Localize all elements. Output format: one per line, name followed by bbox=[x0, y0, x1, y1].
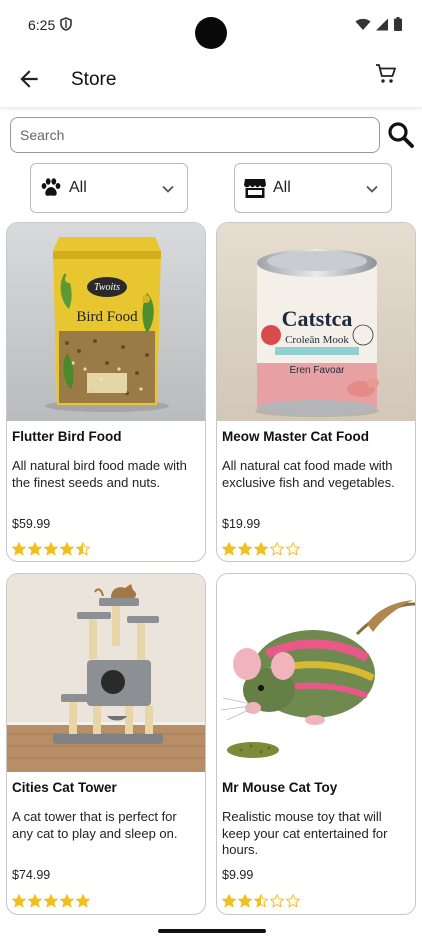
star-full-icon bbox=[76, 894, 90, 908]
product-image-mouse-toy bbox=[217, 574, 415, 772]
store-filter-dropdown[interactable]: All bbox=[234, 163, 392, 213]
status-bar: 6:25 bbox=[0, 0, 422, 52]
star-full-icon bbox=[60, 894, 74, 908]
star-full-icon bbox=[238, 542, 252, 556]
cell-signal-icon bbox=[376, 18, 389, 36]
product-name: Flutter Bird Food bbox=[12, 429, 122, 444]
storefront-icon bbox=[243, 176, 267, 200]
star-full-icon bbox=[44, 542, 58, 556]
star-full-icon bbox=[28, 894, 42, 908]
star-full-icon bbox=[254, 542, 268, 556]
shopping-cart-icon[interactable] bbox=[374, 62, 398, 86]
rating-stars bbox=[222, 542, 300, 556]
shield-icon bbox=[60, 17, 72, 36]
star-full-icon bbox=[12, 894, 26, 908]
product-image-cat-food: Catstca Croleān Mook Eren Favoar bbox=[217, 223, 415, 421]
product-description: Realistic mouse toy that will keep your … bbox=[222, 809, 388, 857]
product-price: $19.99 bbox=[222, 517, 261, 531]
product-image-bird-food: Twoits Bird Food bbox=[7, 223, 205, 421]
search-input[interactable] bbox=[10, 117, 380, 153]
camera-cutout bbox=[195, 17, 227, 49]
status-icons bbox=[355, 17, 402, 36]
store-filter-value: All bbox=[273, 179, 291, 196]
star-full-icon bbox=[60, 542, 74, 556]
svg-text:Catstca: Catstca bbox=[282, 306, 353, 331]
wifi-icon bbox=[355, 18, 371, 36]
pet-filter-value: All bbox=[69, 179, 87, 196]
product-description: All natural cat food made with exclusive… bbox=[222, 458, 395, 490]
pet-filter-dropdown[interactable]: All bbox=[30, 163, 188, 213]
product-name: Cities Cat Tower bbox=[12, 780, 117, 795]
star-empty-icon bbox=[286, 894, 300, 908]
phone-screen: 6:25 Store Search All All Twoits Bird Fo… bbox=[0, 0, 422, 942]
product-price: $74.99 bbox=[12, 868, 51, 882]
page-title: Store bbox=[71, 69, 117, 90]
star-empty-icon bbox=[270, 894, 284, 908]
product-image-cat-tower bbox=[7, 574, 205, 772]
star-full-icon bbox=[222, 542, 236, 556]
star-half-icon bbox=[254, 894, 268, 908]
chevron-down-icon bbox=[365, 182, 379, 201]
star-full-icon bbox=[238, 894, 252, 908]
star-full-icon bbox=[28, 542, 42, 556]
rating-stars bbox=[222, 894, 300, 908]
star-half-icon bbox=[76, 542, 90, 556]
product-price: $9.99 bbox=[222, 868, 254, 882]
chevron-down-icon bbox=[161, 182, 175, 201]
star-full-icon bbox=[12, 542, 26, 556]
star-full-icon bbox=[222, 894, 236, 908]
star-full-icon bbox=[44, 894, 58, 908]
product-price: $59.99 bbox=[12, 517, 51, 531]
star-empty-icon bbox=[286, 542, 300, 556]
product-description: All natural bird food made with the fine… bbox=[12, 458, 187, 490]
product-card[interactable]: Mr Mouse Cat Toy Realistic mouse toy tha… bbox=[216, 573, 416, 915]
star-empty-icon bbox=[270, 542, 284, 556]
app-bar: Store bbox=[0, 52, 422, 108]
product-name: Mr Mouse Cat Toy bbox=[222, 780, 338, 795]
back-arrow-icon[interactable] bbox=[16, 66, 42, 92]
svg-text:Eren Favoar: Eren Favoar bbox=[289, 365, 345, 376]
search-icon[interactable] bbox=[387, 121, 415, 149]
product-description: A cat tower that is perfect for any cat … bbox=[12, 809, 178, 841]
product-card[interactable]: Cities Cat Tower A cat tower that is per… bbox=[6, 573, 206, 915]
svg-text:Croleān Mook: Croleān Mook bbox=[285, 334, 349, 346]
rating-stars bbox=[12, 894, 90, 908]
svg-text:Bird Food: Bird Food bbox=[76, 309, 138, 325]
product-name: Meow Master Cat Food bbox=[222, 429, 370, 444]
product-card[interactable]: Twoits Bird Food Flutter Bird Food All n… bbox=[6, 222, 206, 562]
home-indicator[interactable] bbox=[158, 929, 266, 933]
product-card[interactable]: Catstca Croleān Mook Eren Favoar Meow Ma… bbox=[216, 222, 416, 562]
svg-text:Twoits: Twoits bbox=[94, 282, 120, 293]
paw-icon bbox=[39, 176, 63, 200]
status-time: 6:25 bbox=[28, 17, 56, 33]
battery-icon bbox=[394, 17, 402, 36]
rating-stars bbox=[12, 542, 90, 556]
